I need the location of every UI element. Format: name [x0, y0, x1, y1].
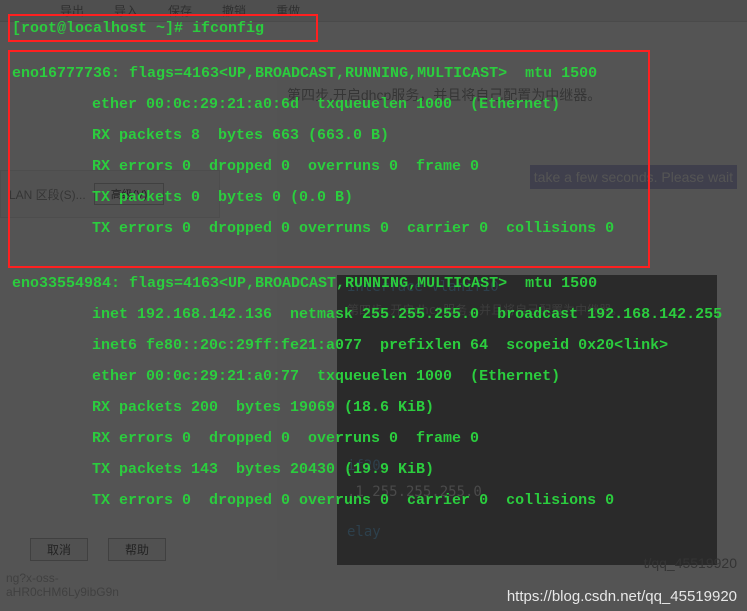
terminal-prompt: [root@localhost ~]# ifconfig: [12, 18, 735, 39]
iface2-inet6: inet6 fe80::20c:29ff:fe21:a077 prefixlen…: [12, 335, 735, 356]
iface2-ether: ether 00:0c:29:21:a0:77 txqueuelen 1000 …: [12, 366, 735, 387]
iface2-inet: inet 192.168.142.136 netmask 255.255.255…: [12, 304, 735, 325]
iface2-rx-packets: RX packets 200 bytes 19069 (18.6 KiB): [12, 397, 735, 418]
iface2-tx-errors: TX errors 0 dropped 0 overruns 0 carrier…: [12, 490, 735, 511]
iface1-tx-errors: TX errors 0 dropped 0 overruns 0 carrier…: [12, 218, 735, 239]
iface1-header: eno16777736: flags=4163<UP,BROADCAST,RUN…: [12, 63, 735, 84]
iface2-rx-errors: RX errors 0 dropped 0 overruns 0 frame 0: [12, 428, 735, 449]
watermark: https://blog.csdn.net/qq_45519920: [507, 588, 737, 605]
terminal-overlay: [root@localhost ~]# ifconfig eno16777736…: [0, 0, 747, 611]
iface1-rx-errors: RX errors 0 dropped 0 overruns 0 frame 0: [12, 156, 735, 177]
iface1-tx-packets: TX packets 0 bytes 0 (0.0 B): [12, 187, 735, 208]
iface2-header: eno33554984: flags=4163<UP,BROADCAST,RUN…: [12, 273, 735, 294]
iface2-tx-packets: TX packets 143 bytes 20430 (19.9 KiB): [12, 459, 735, 480]
iface1-ether: ether 00:0c:29:21:a0:6d txqueuelen 1000 …: [12, 94, 735, 115]
iface1-rx-packets: RX packets 8 bytes 663 (663.0 B): [12, 125, 735, 146]
